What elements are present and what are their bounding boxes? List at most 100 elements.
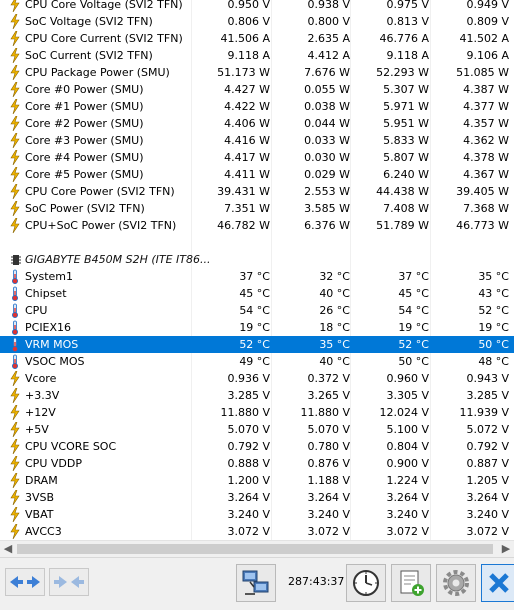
sensor-label: Chipset: [25, 287, 67, 300]
elapsed-time: 287:43:37: [288, 575, 345, 588]
minimum-value: 35 °C: [319, 338, 350, 351]
settings-button[interactable]: [436, 564, 476, 602]
average-value: 4.377 W: [463, 100, 509, 113]
sensor-label: VSOC MOS: [25, 355, 85, 368]
sensor-row[interactable]: CPU 54 °C 26 °C 54 °C 52 °C: [0, 302, 514, 319]
add-report-button[interactable]: [391, 564, 431, 602]
sensor-label: +3.3V: [25, 389, 60, 402]
current-value: 45 °C: [239, 287, 270, 300]
maximum-value: 45 °C: [398, 287, 429, 300]
sensor-row[interactable]: Core #1 Power (SMU) 4.422 W 0.038 W 5.971 W…: [0, 98, 514, 115]
sensor-row[interactable]: +5V 5.070 V 5.070 V 5.100 V 5.072 V: [0, 421, 514, 438]
sensor-row[interactable]: DRAM 1.200 V 1.188 V 1.224 V 1.205 V: [0, 472, 514, 489]
current-value: 3.285 V: [227, 389, 270, 402]
maximum-value: 3.072 V: [386, 525, 429, 538]
sensor-row[interactable]: PCIEX16 19 °C 18 °C 19 °C 19 °C: [0, 319, 514, 336]
bolt-icon: [8, 473, 22, 488]
average-value: 41.502 A: [459, 32, 509, 45]
sensor-row[interactable]: SoC Voltage (SVI2 TFN) 0.806 V 0.800 V 0.81…: [0, 13, 514, 30]
bolt-icon: [8, 184, 22, 199]
minimum-value: 5.070 V: [307, 423, 350, 436]
sensor-row[interactable]: Vcore 0.936 V 0.372 V 0.960 V 0.943 V: [0, 370, 514, 387]
maximum-value: 1.224 V: [386, 474, 429, 487]
scrollbar-thumb[interactable]: [17, 544, 493, 554]
scroll-left-arrow-icon[interactable]: ◀: [0, 541, 16, 557]
current-value: 4.416 W: [224, 134, 270, 147]
chip-icon: [9, 252, 23, 267]
minimum-value: 2.553 W: [304, 185, 350, 198]
sensor-row[interactable]: CPU+SoC Power (SVI2 TFN) 46.782 W 6.376 W 5…: [0, 217, 514, 234]
bolt-icon: [8, 371, 22, 386]
bolt-icon: [8, 422, 22, 437]
sensor-row[interactable]: SoC Current (SVI2 TFN) 9.118 A 4.412 A 9.11…: [0, 47, 514, 64]
sensor-row[interactable]: CPU Core Current (SVI2 TFN) 41.506 A 2.635…: [0, 30, 514, 47]
current-value: 39.431 W: [217, 185, 270, 198]
bolt-icon: [8, 82, 22, 97]
minimum-value: 3.264 V: [307, 491, 350, 504]
maximum-value: 9.118 A: [386, 49, 429, 62]
network-button[interactable]: [236, 564, 276, 602]
average-value: 52 °C: [478, 304, 509, 317]
minimum-value: 0.044 W: [304, 117, 350, 130]
sensor-row[interactable]: SoC Power (SVI2 TFN) 7.351 W 3.585 W 7.408 …: [0, 200, 514, 217]
sensor-row[interactable]: CPU Core Power (SVI2 TFN) 39.431 W 2.553 W…: [0, 183, 514, 200]
collapse-expand-button[interactable]: [5, 568, 45, 596]
minimum-value: 0.029 W: [304, 168, 350, 181]
sensor-row[interactable]: 3VSB 3.264 V 3.264 V 3.264 V 3.264 V: [0, 489, 514, 506]
sensor-row[interactable]: +3.3V 3.285 V 3.265 V 3.305 V 3.285 V: [0, 387, 514, 404]
sensor-row[interactable]: Core #4 Power (SMU) 4.417 W 0.030 W 5.807 W…: [0, 149, 514, 166]
maximum-value: 19 °C: [398, 321, 429, 334]
sensor-row[interactable]: Core #2 Power (SMU) 4.406 W 0.044 W 5.951 W…: [0, 115, 514, 132]
maximum-value: 3.240 V: [386, 508, 429, 521]
maximum-value: 0.975 V: [386, 0, 429, 11]
sensor-row[interactable]: +12V 11.880 V 11.880 V 12.024 V 11.939 V: [0, 404, 514, 421]
sensor-row[interactable]: Core #5 Power (SMU) 4.411 W 0.029 W 6.240 W…: [0, 166, 514, 183]
average-value: 39.405 W: [456, 185, 509, 198]
current-value: 4.422 W: [224, 100, 270, 113]
current-value: 19 °C: [239, 321, 270, 334]
sensor-row[interactable]: AVCC3 3.072 V 3.072 V 3.072 V 3.072 V: [0, 523, 514, 540]
sensor-row[interactable]: CPU VDDP 0.888 V 0.876 V 0.900 V 0.887 V: [0, 455, 514, 472]
average-value: 11.939 V: [459, 406, 509, 419]
sensor-group-header[interactable]: GIGABYTE B450M S2H (ITE IT86...: [0, 251, 514, 268]
average-value: 0.949 V: [466, 0, 509, 11]
minimum-value: 26 °C: [319, 304, 350, 317]
report-add-icon: [400, 570, 424, 596]
maximum-value: 5.807 W: [383, 151, 429, 164]
sensor-row[interactable]: VRM MOS 52 °C 35 °C 52 °C 50 °C: [0, 336, 514, 353]
sensor-row[interactable]: CPU Package Power (SMU) 51.173 W 7.676 W 52…: [0, 64, 514, 81]
minimum-value: 4.412 A: [307, 49, 350, 62]
sensor-label: Core #1 Power (SMU): [25, 100, 144, 113]
horizontal-scrollbar[interactable]: ◀ ▶: [0, 540, 514, 557]
maximum-value: 0.900 V: [386, 457, 429, 470]
bolt-icon: [8, 201, 22, 216]
minimum-value: 18 °C: [319, 321, 350, 334]
current-value: 52 °C: [239, 338, 270, 351]
sensor-label: CPU VCORE SOC: [25, 440, 117, 453]
minimum-value: 2.635 A: [307, 32, 350, 45]
current-value: 1.200 V: [227, 474, 270, 487]
sensor-row[interactable]: System1 37 °C 32 °C 37 °C 35 °C: [0, 268, 514, 285]
sensor-label: GIGABYTE B450M S2H (ITE IT86...: [25, 253, 211, 266]
close-button[interactable]: [481, 564, 514, 602]
minimum-value: 40 °C: [319, 287, 350, 300]
layout-toggle-button[interactable]: [49, 568, 89, 596]
sensor-row[interactable]: CPU VCORE SOC 0.792 V 0.780 V 0.804 V 0.792 …: [0, 438, 514, 455]
sensor-row[interactable]: VBAT 3.240 V 3.240 V 3.240 V 3.240 V: [0, 506, 514, 523]
minimum-value: 11.880 V: [300, 406, 350, 419]
sensor-row[interactable]: Chipset 45 °C 40 °C 45 °C 43 °C: [0, 285, 514, 302]
sensor-row[interactable]: Core #0 Power (SMU) 4.427 W 0.055 W 5.307 W…: [0, 81, 514, 98]
sensor-label: AVCC3: [25, 525, 62, 538]
minimum-value: 0.800 V: [307, 15, 350, 28]
current-value: 7.351 W: [224, 202, 270, 215]
clock-button[interactable]: [346, 564, 386, 602]
sensor-grid: CPU Core Voltage (SVI2 TFN) 0.950 V 0.938 …: [0, 0, 514, 540]
average-value: 51.085 W: [456, 66, 509, 79]
thermometer-icon: [8, 337, 22, 352]
current-value: 49 °C: [239, 355, 270, 368]
sensor-row[interactable]: Core #3 Power (SMU) 4.416 W 0.033 W 5.833 W…: [0, 132, 514, 149]
scroll-right-arrow-icon[interactable]: ▶: [498, 541, 514, 557]
sensor-row[interactable]: CPU Core Voltage (SVI2 TFN) 0.950 V 0.938 …: [0, 0, 514, 13]
sensor-row[interactable]: VSOC MOS 49 °C 40 °C 50 °C 48 °C: [0, 353, 514, 370]
maximum-value: 5.307 W: [383, 83, 429, 96]
